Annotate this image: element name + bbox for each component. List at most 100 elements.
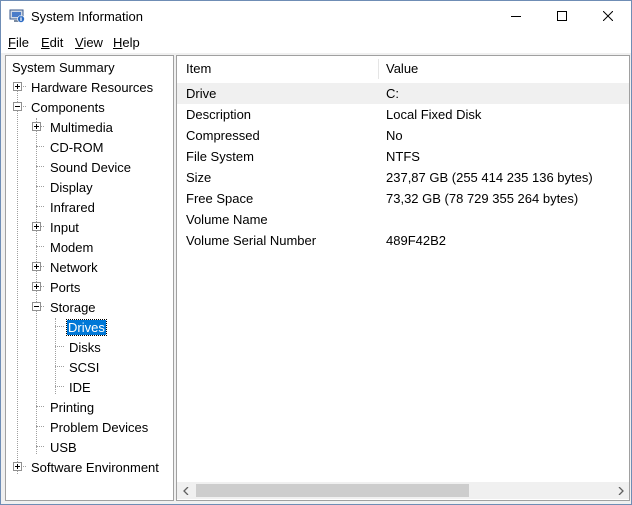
- tree-item-label: CD-ROM: [50, 140, 104, 155]
- tree-item-label: Drives: [66, 319, 107, 336]
- tree-item-label: Modem: [50, 240, 94, 255]
- category-tree[interactable]: System Summary Hardware Resources Compon…: [5, 55, 174, 501]
- tree-item-label: Components: [31, 100, 105, 115]
- scrollbar-thumb[interactable]: [196, 484, 469, 497]
- row-item: Size: [186, 170, 212, 185]
- table-row[interactable]: Free Space 73,32 GB (78 729 355 264 byte…: [177, 188, 629, 209]
- tree-item-ports[interactable]: Ports: [49, 278, 81, 298]
- system-information-icon: [9, 9, 25, 23]
- tree-item-multimedia[interactable]: Multimedia: [49, 118, 114, 138]
- tree-item-label: Printing: [50, 400, 95, 415]
- table-row[interactable]: Description Local Fixed Disk: [177, 104, 629, 125]
- menu-help-rest: elp: [122, 35, 140, 50]
- tree-item-drives[interactable]: Drives: [66, 318, 107, 338]
- table-row[interactable]: Size 237,87 GB (255 414 235 136 bytes): [177, 167, 629, 188]
- expand-plus-icon[interactable]: [32, 122, 41, 131]
- tree-line: [55, 386, 64, 387]
- row-value: 73,32 GB (78 729 355 264 bytes): [386, 191, 579, 206]
- tree-line: [36, 406, 44, 407]
- tree-item-software-environment[interactable]: Software Environment: [30, 458, 160, 478]
- table-row[interactable]: File System NTFS: [177, 146, 629, 167]
- expand-plus-icon[interactable]: [32, 282, 41, 291]
- close-icon: [603, 11, 613, 21]
- tree-item-label: Storage: [50, 300, 96, 315]
- expand-plus-icon[interactable]: [13, 82, 22, 91]
- tree-item-label: Ports: [50, 280, 81, 295]
- menu-view-rest: iew: [83, 35, 103, 50]
- tree-item-label: USB: [50, 440, 77, 455]
- menu-view[interactable]: View: [75, 35, 103, 50]
- tree-line: [55, 346, 64, 347]
- collapse-minus-icon[interactable]: [13, 102, 22, 111]
- close-button[interactable]: [585, 1, 631, 31]
- minimize-button[interactable]: [493, 1, 539, 31]
- system-information-window: System Information File Edit View Help S…: [0, 0, 632, 505]
- row-value: 237,87 GB (255 414 235 136 bytes): [386, 170, 593, 185]
- tree-item-network[interactable]: Network: [49, 258, 99, 278]
- expand-plus-icon[interactable]: [32, 262, 41, 271]
- table-row[interactable]: Volume Serial Number 489F42B2: [177, 230, 629, 251]
- expand-plus-icon[interactable]: [13, 462, 22, 471]
- chevron-left-icon: [182, 486, 188, 495]
- tree-item-label: System Summary: [12, 60, 115, 75]
- column-header-item[interactable]: Item: [186, 56, 211, 82]
- details-list[interactable]: Item Value Drive C: Description Local Fi…: [176, 55, 630, 501]
- tree-item-sound-device[interactable]: Sound Device: [49, 158, 132, 178]
- tree-item-ide[interactable]: IDE: [68, 378, 92, 398]
- row-item: Compressed: [186, 128, 260, 143]
- tree-item-modem[interactable]: Modem: [49, 238, 94, 258]
- tree-line: [55, 366, 64, 367]
- row-item: Free Space: [186, 191, 254, 206]
- menu-help[interactable]: Help: [113, 35, 140, 50]
- collapse-minus-icon[interactable]: [32, 302, 41, 311]
- tree-line: [36, 186, 44, 187]
- tree-item-label: Software Environment: [31, 460, 159, 475]
- tree-item-problem-devices[interactable]: Problem Devices: [49, 418, 149, 438]
- tree-item-cd-rom[interactable]: CD-ROM: [49, 138, 104, 158]
- title-bar[interactable]: System Information: [1, 1, 631, 31]
- row-value: Local Fixed Disk: [386, 107, 482, 122]
- menu-help-accel: H: [113, 35, 123, 50]
- chevron-right-icon: [618, 486, 624, 495]
- scroll-right-button[interactable]: [612, 482, 629, 499]
- tree-item-scsi[interactable]: SCSI: [68, 358, 100, 378]
- tree-item-components[interactable]: Components: [30, 98, 106, 118]
- tree-item-system-summary[interactable]: System Summary: [11, 58, 116, 78]
- tree-item-infrared[interactable]: Infrared: [49, 198, 96, 218]
- minimize-icon: [511, 16, 521, 17]
- row-item: Volume Name: [186, 212, 268, 227]
- horizontal-scrollbar[interactable]: [177, 482, 629, 499]
- row-value: NTFS: [386, 149, 420, 164]
- tree-item-usb[interactable]: USB: [49, 438, 78, 458]
- menu-file-accel: F: [8, 35, 16, 50]
- table-row[interactable]: Compressed No: [177, 125, 629, 146]
- menu-file[interactable]: File: [8, 35, 29, 50]
- tree-item-storage[interactable]: Storage: [49, 298, 97, 318]
- maximize-button[interactable]: [539, 1, 585, 31]
- column-header-value[interactable]: Value: [386, 56, 418, 82]
- menu-edit[interactable]: Edit: [41, 35, 63, 50]
- menu-bar: File Edit View Help: [1, 31, 631, 53]
- expand-plus-icon[interactable]: [32, 222, 41, 231]
- tree-item-disks[interactable]: Disks: [68, 338, 102, 358]
- maximize-icon: [557, 11, 567, 21]
- tree-line: [36, 166, 44, 167]
- tree-line: [36, 146, 44, 147]
- tree-item-label: Sound Device: [50, 160, 131, 175]
- scroll-left-button[interactable]: [177, 482, 194, 499]
- column-separator[interactable]: [378, 59, 379, 79]
- tree-item-display[interactable]: Display: [49, 178, 94, 198]
- tree-item-hardware-resources[interactable]: Hardware Resources: [30, 78, 154, 98]
- tree-item-input[interactable]: Input: [49, 218, 80, 238]
- row-item: File System: [186, 149, 254, 164]
- tree-item-label: Multimedia: [50, 120, 113, 135]
- tree-item-label: Input: [50, 220, 79, 235]
- tree-item-printing[interactable]: Printing: [49, 398, 95, 418]
- row-value: C:: [386, 86, 399, 101]
- tree-item-label: Display: [50, 180, 93, 195]
- tree-item-label: SCSI: [69, 360, 100, 375]
- tree-line: [17, 86, 18, 474]
- table-row[interactable]: Drive C:: [177, 83, 629, 104]
- menu-file-rest: ile: [15, 35, 29, 50]
- table-row[interactable]: Volume Name: [177, 209, 629, 230]
